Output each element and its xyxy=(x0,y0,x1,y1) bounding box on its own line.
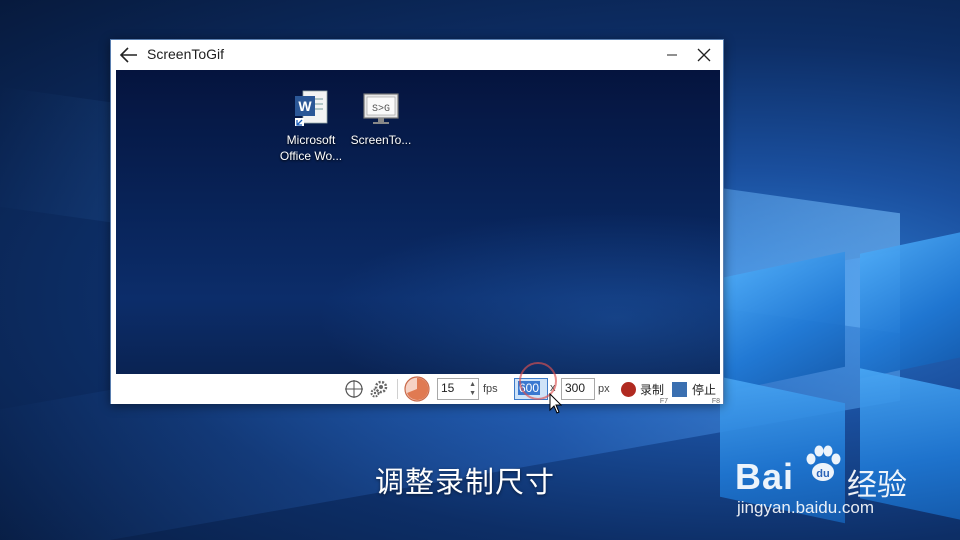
baidu-jingyan-watermark: Bai du 经验 jingyan.baidu.com xyxy=(735,438,945,523)
desktop-icon-screentogif[interactable]: S>G ScreenTo... xyxy=(341,88,421,148)
screentogif-window: ScreenToGif W Microsoft Office Wo... S>G… xyxy=(110,39,724,405)
word-icon: W xyxy=(291,88,331,128)
px-unit-label: px xyxy=(598,383,610,395)
stop-button[interactable]: 停止 F8 xyxy=(672,374,721,405)
stop-icon xyxy=(672,381,687,397)
capture-area[interactable]: W Microsoft Office Wo... S>G ScreenTo... xyxy=(116,70,720,374)
watermark-url: jingyan.baidu.com xyxy=(737,498,875,517)
stop-label: 停止 F8 xyxy=(692,382,721,405)
fps-gauge-icon[interactable] xyxy=(403,374,435,404)
height-value: 300 xyxy=(565,381,586,395)
paw-icon: du xyxy=(806,445,841,481)
title-bar[interactable]: ScreenToGif xyxy=(111,40,723,70)
desktop-icon-label: Microsoft xyxy=(286,133,336,147)
desktop-icon-label: ScreenTo... xyxy=(350,133,412,147)
settings-button[interactable] xyxy=(369,374,391,404)
record-icon xyxy=(621,381,636,397)
recorder-toolbar: 15 ▲ ▼ fps 600 x 300 px 录制 F7 停止 F8 xyxy=(111,374,723,405)
window-title: ScreenToGif xyxy=(147,46,225,62)
screentogif-icon: S>G xyxy=(361,88,401,128)
stop-hotkey: F8 xyxy=(711,397,721,405)
minimize-button[interactable] xyxy=(655,40,689,70)
crosshair-icon xyxy=(345,380,363,398)
fps-value: 15 xyxy=(441,381,455,395)
fps-unit-label: fps xyxy=(483,383,498,395)
record-hotkey: F7 xyxy=(659,397,669,405)
spin-arrows-icon[interactable]: ▲ ▼ xyxy=(469,380,476,398)
record-button[interactable]: 录制 F7 xyxy=(621,374,669,405)
svg-text:S>G: S>G xyxy=(372,104,390,115)
gears-icon xyxy=(370,380,388,398)
height-input[interactable]: 300 xyxy=(561,378,595,400)
mouse-cursor-icon xyxy=(549,392,563,415)
fps-stepper[interactable]: 15 ▲ ▼ xyxy=(437,378,479,400)
divider xyxy=(397,379,398,399)
record-label: 录制 F7 xyxy=(640,382,669,405)
close-button[interactable] xyxy=(687,40,721,70)
svg-text:du: du xyxy=(816,468,829,480)
snap-crosshair-button[interactable] xyxy=(344,374,366,404)
desktop-icon-label: Office Wo... xyxy=(279,149,343,163)
svg-text:W: W xyxy=(298,98,312,114)
watermark-brand: Bai xyxy=(735,456,795,497)
desktop-icon-word[interactable]: W Microsoft Office Wo... xyxy=(271,88,351,164)
back-arrow-icon[interactable] xyxy=(117,43,141,67)
